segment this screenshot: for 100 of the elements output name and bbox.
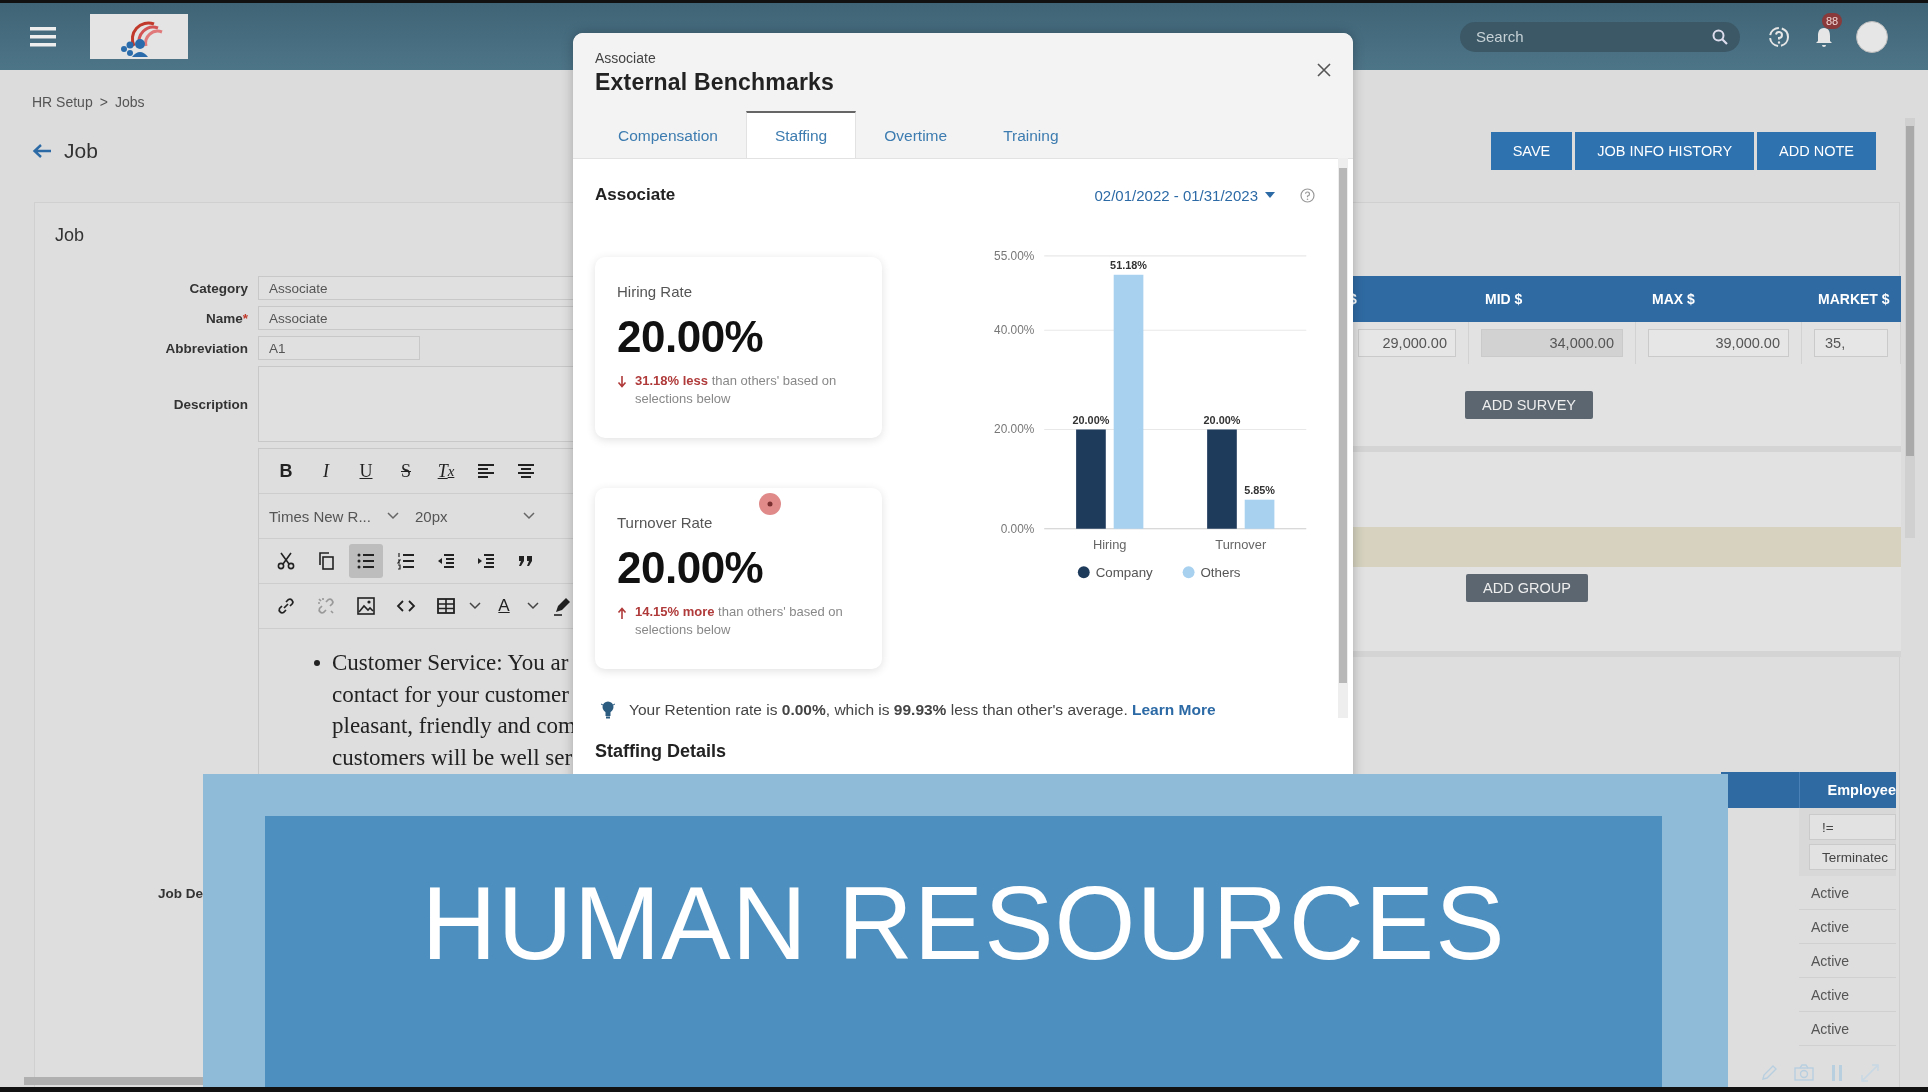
dialog-subtitle: Associate xyxy=(595,50,656,66)
unlink-icon xyxy=(316,596,336,616)
action-button[interactable]: JOB INFO HISTORY xyxy=(1575,132,1755,170)
back-arrow-icon[interactable] xyxy=(32,143,52,159)
caret-icon[interactable] xyxy=(387,512,399,520)
breadcrumb-link[interactable]: HR Setup xyxy=(32,94,93,114)
learn-more-link[interactable]: Learn More xyxy=(1132,701,1216,718)
section-title: Staffing Details xyxy=(595,741,728,762)
data-label: 51.18% xyxy=(1110,258,1147,271)
scrollbar[interactable] xyxy=(1338,158,1348,718)
italic-button[interactable]: I xyxy=(309,454,343,488)
logo[interactable] xyxy=(90,14,188,59)
menu-icon[interactable] xyxy=(30,25,56,48)
column-header: MAX $ xyxy=(1636,276,1802,322)
breadcrumb-link[interactable]: Jobs xyxy=(114,94,145,114)
caret-icon[interactable] xyxy=(1264,191,1276,199)
field-label: Name* xyxy=(204,310,249,326)
metric-label: Hiring Rate xyxy=(617,283,694,300)
caret-icon[interactable] xyxy=(469,602,481,610)
axis-label: Turnover xyxy=(1215,536,1267,552)
bold-button[interactable]: B xyxy=(269,454,303,488)
link-icon xyxy=(276,596,296,616)
filter-field[interactable]: Terminatec xyxy=(1809,844,1896,870)
comparison-text: 14.15% more than others' based on selections below xyxy=(635,603,844,639)
filter-field[interactable]: != xyxy=(1809,814,1896,840)
axis-label: 20.00% xyxy=(994,422,1035,437)
column-header: MARKET $ xyxy=(1802,276,1901,322)
field-label: Abbreviation xyxy=(164,340,249,356)
tab[interactable]: Staffing xyxy=(745,111,857,158)
text-color-button[interactable]: A xyxy=(487,589,521,623)
field-label: Job De xyxy=(157,886,203,901)
axis-label: Hiring xyxy=(1092,536,1127,552)
input-field[interactable]: 39,000.00 xyxy=(1648,329,1789,357)
metric-value: 20.00% xyxy=(617,543,765,593)
scrollbar[interactable] xyxy=(1905,118,1915,538)
table-icon xyxy=(436,596,456,616)
arrow-down-icon xyxy=(617,375,627,389)
table-cell: Active xyxy=(1799,876,1896,910)
column-header: MID $ xyxy=(1469,276,1636,322)
align-center-icon xyxy=(516,461,536,481)
banner-title: HUMAN RESOURCES xyxy=(421,864,1506,983)
table-cell: Active xyxy=(1799,1012,1896,1046)
input-field[interactable]: 35, xyxy=(1814,329,1888,357)
search-icon[interactable] xyxy=(1712,28,1728,45)
click-indicator-icon xyxy=(758,492,782,516)
caret-icon[interactable] xyxy=(527,602,539,610)
card-title: Job xyxy=(55,225,86,246)
bullet-icon xyxy=(314,660,320,666)
underline-button[interactable]: U xyxy=(349,454,383,488)
size-dropdown[interactable]: 20px xyxy=(415,507,545,525)
field-label: Category xyxy=(188,280,249,296)
indent-icon xyxy=(476,551,496,571)
scissors-icon xyxy=(276,551,296,571)
outdent-icon xyxy=(436,551,456,571)
dialog-title: External Benchmarks xyxy=(595,69,835,96)
add-survey-button[interactable]: ADD SURVEY xyxy=(1465,391,1593,419)
bell-icon[interactable] xyxy=(1814,25,1834,48)
section-title: Associate xyxy=(595,185,676,205)
date-range-dropdown[interactable]: 02/01/2022 - 01/31/2023 xyxy=(1094,186,1276,204)
arrow-up-icon xyxy=(617,606,627,620)
notification-badge: 88 xyxy=(1822,12,1843,29)
data-label: 20.00% xyxy=(1203,413,1241,426)
bullet-list-icon xyxy=(356,551,376,571)
legend-label: Others xyxy=(1200,565,1241,581)
search-field[interactable]: Search xyxy=(1460,21,1740,52)
add-group-button[interactable]: ADD GROUP xyxy=(1466,574,1588,602)
comparison-text: 31.18% less than others' based on selections below xyxy=(635,372,838,408)
tab[interactable]: Overtime xyxy=(856,111,976,158)
page-title: Job xyxy=(64,139,98,163)
close-icon[interactable] xyxy=(1317,63,1331,77)
scrollbar[interactable] xyxy=(24,1077,204,1085)
metric-label: Turnover Rate xyxy=(617,514,714,531)
insight-text: Your Retention rate is 0.00%, which is 99.93% less than other's average. Learn More xyxy=(629,701,1216,719)
breadcrumb-separator: > xyxy=(99,94,108,112)
tab[interactable]: Training xyxy=(975,111,1087,158)
bar xyxy=(1244,499,1275,529)
image-icon xyxy=(356,596,376,616)
numbered-list-icon xyxy=(396,551,416,571)
table-cell: Active xyxy=(1799,910,1896,944)
action-button[interactable]: SAVE xyxy=(1490,132,1573,170)
table-cell: Active xyxy=(1799,978,1896,1012)
marker-icon xyxy=(552,596,572,616)
caret-icon[interactable] xyxy=(523,512,535,520)
data-label: 20.00% xyxy=(1072,413,1110,426)
axis-label: 0.00% xyxy=(1000,521,1035,536)
font-dropdown[interactable]: Times New R... xyxy=(269,507,409,525)
copy-icon xyxy=(316,551,336,571)
lightbulb-icon xyxy=(601,701,615,719)
action-button[interactable]: ADD NOTE xyxy=(1757,132,1876,170)
input-field[interactable]: A1 xyxy=(258,336,420,360)
tab[interactable]: Compensation xyxy=(590,111,746,158)
strikethrough-button[interactable]: S xyxy=(389,454,423,488)
bullet-list-button[interactable] xyxy=(349,544,383,578)
data-label: 5.85% xyxy=(1244,483,1275,496)
help-icon[interactable] xyxy=(1300,187,1315,203)
axis-label: 40.00% xyxy=(994,323,1035,338)
avatar[interactable] xyxy=(1856,20,1888,53)
input-field[interactable]: 29,000.00 xyxy=(1358,329,1456,357)
input-field[interactable]: 34,000.00 xyxy=(1481,329,1623,357)
field-label: Description xyxy=(172,396,249,412)
